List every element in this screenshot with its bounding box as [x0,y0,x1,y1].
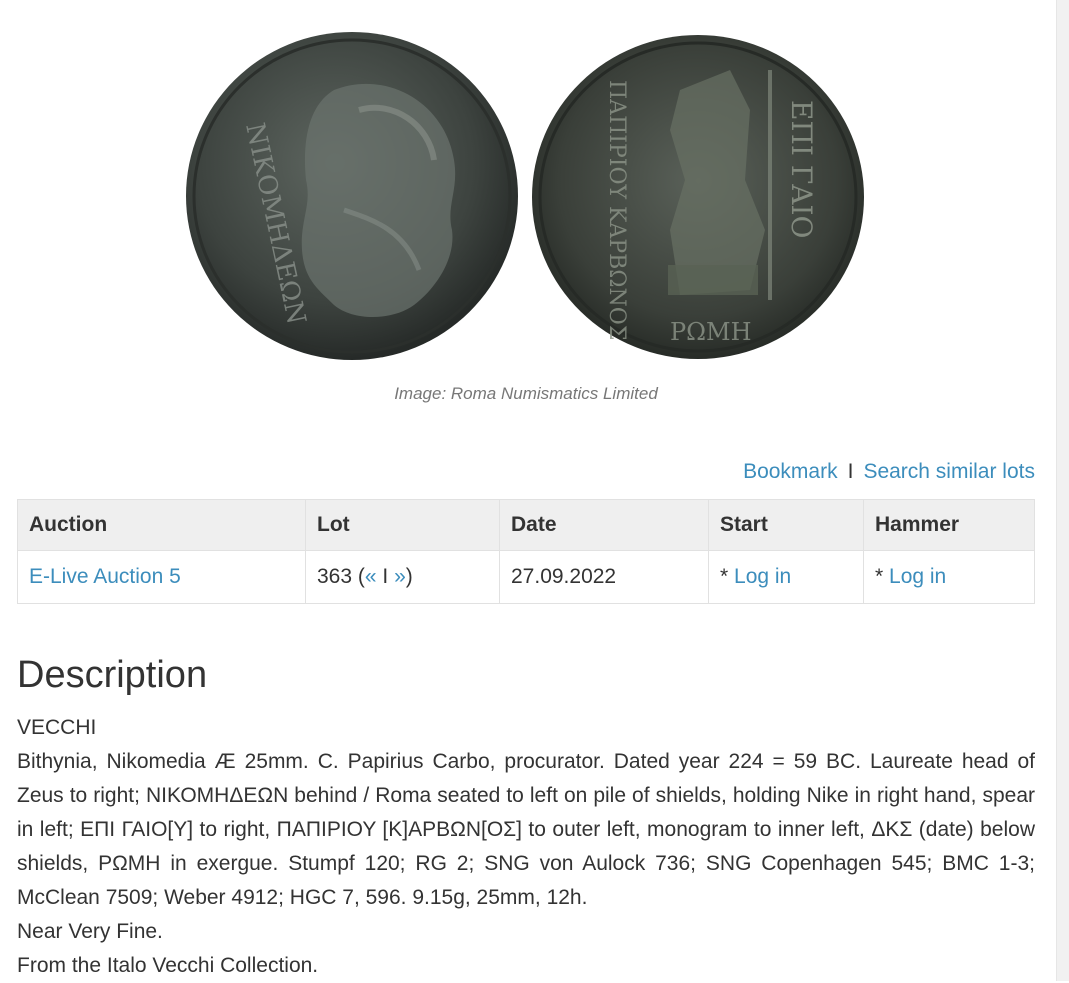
description-heading: Description [17,654,208,696]
next-lot-link[interactable]: » [394,565,406,588]
start-prefix: * [720,565,735,588]
description-line: VECCHI [17,716,97,739]
reverse-legend-left: ΠΑΠΙΡΙΟΥ ΚΑΡΒΩΝΟΣ [604,80,629,340]
lot-actions: Bookmark I Search similar lots [743,460,1035,484]
previous-lot-link[interactable]: « [365,565,377,588]
coin-obverse-image: ΝΙΚΟΜΗΔΕΩΝ [186,32,518,360]
date-cell: 27.09.2022 [499,550,709,604]
bookmark-link[interactable]: Bookmark [743,460,838,483]
hammer-login-link[interactable]: Log in [889,565,946,588]
start-cell: * Log in [708,550,864,604]
hammer-cell: * Log in [863,550,1035,604]
auction-link[interactable]: E-Live Auction 5 [29,565,181,588]
hammer-prefix: * [875,565,890,588]
lot-number: 363 [317,565,353,588]
description-body: VECCHI Bithynia, Nikomedia Æ 25mm. C. Pa… [17,711,1035,983]
coin-image[interactable]: ΝΙΚΟΜΗΔΕΩΝ ΕΠΙ ΓΑΙΟ ΠΑΠΙΡΙΟΥ ΚΑΡΒΩΝΟΣ ΡΩ… [180,30,880,370]
reverse-legend-right: ΕΠΙ ΓΑΙΟ [785,100,818,238]
table-row: E-Live Auction 5 363 (« I ») 27.09.2022 … [17,550,1035,604]
image-caption: Image: Roma Numismatics Limited [394,384,658,403]
column-header-auction: Auction [17,499,306,551]
actions-separator: I [847,460,854,483]
column-header-lot: Lot [305,499,500,551]
description-line: From the Italo Vecchi Collection. [17,954,319,977]
description-line: Near Very Fine. [17,920,163,943]
auction-cell: E-Live Auction 5 [17,550,306,604]
description-line: Bithynia, Nikomedia Æ 25mm. C. Papirius … [17,750,1035,909]
reverse-exergue: ΡΩΜΗ [670,318,752,346]
table-header-row: Auction Lot Date Start Hammer [17,499,1035,551]
vertical-scrollbar[interactable] [1056,0,1069,981]
lot-nav-separator: I [376,565,395,588]
lot-open-paren: ( [352,565,365,588]
column-header-start: Start [708,499,864,551]
start-login-link[interactable]: Log in [734,565,791,588]
search-similar-lots-link[interactable]: Search similar lots [863,460,1035,483]
column-header-hammer: Hammer [863,499,1035,551]
auction-lot-table: Auction Lot Date Start Hammer E-Live Auc… [17,499,1035,604]
coin-reverse-image: ΕΠΙ ΓΑΙΟ ΠΑΠΙΡΙΟΥ ΚΑΡΒΩΝΟΣ ΡΩΜΗ [532,35,864,359]
column-header-date: Date [499,499,709,551]
lot-cell: 363 (« I ») [305,550,500,604]
lot-close-paren: ) [405,565,413,588]
